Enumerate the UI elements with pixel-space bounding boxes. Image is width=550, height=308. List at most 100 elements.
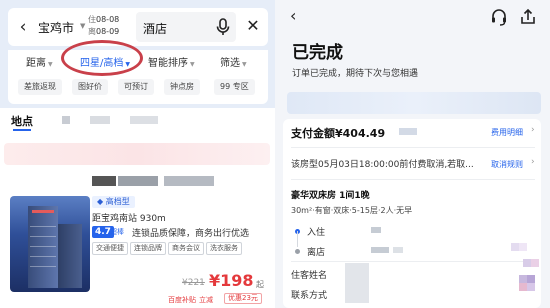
filter-sort[interactable]: 智能排序 ▼ <box>148 54 195 69</box>
checkout-date: 08-09 <box>96 27 120 36</box>
blurred-mosaic <box>130 116 158 124</box>
blurred-mosaic <box>519 275 527 283</box>
promo-coupon: 优惠23元 <box>224 293 262 304</box>
room-spec: 30m²·有窗·双床·5-15层·2人·无早 <box>291 206 413 215</box>
checkin-label: 入住 <box>307 228 326 238</box>
microphone-icon[interactable] <box>214 17 232 37</box>
results-area: 地点 ◆ 高档型 距宝鸡南站 930m 4.7 超棒 连锁品质保障，商务出行优选… <box>0 108 275 308</box>
divider <box>291 147 535 148</box>
page-title: 已完成 <box>292 43 343 63</box>
filter-distance[interactable]: 距离 ▼ <box>26 54 53 69</box>
divider <box>291 261 535 262</box>
payment-amount: 支付金额¥404.49 <box>291 127 386 140</box>
fee-detail-link[interactable]: 费用明细 <box>491 127 523 138</box>
chip-photo-deal[interactable]: 图好价 <box>72 79 108 95</box>
blurred-mosaic <box>527 283 535 291</box>
order-info-card: 支付金额¥404.49 费用明细 › 该房型05月03日18:00:00前付费取… <box>283 119 541 308</box>
feature-tag: 连锁品牌 <box>130 242 166 255</box>
promo-discount: 立减 <box>199 296 213 304</box>
current-price: ¥198 <box>209 271 254 290</box>
search-bar: ‹ 宝鸡市 ▼ 住08-08 离08-09 酒店 ✕ <box>8 8 268 46</box>
grade-badge: ◆ 高档型 <box>92 196 135 208</box>
promo-subsidy: 百度补贴 <box>168 296 196 304</box>
tab-landmark[interactable]: 地点 <box>11 113 33 129</box>
checkout-dot-icon <box>295 249 300 254</box>
cancel-policy-text: 该房型05月03日18:00:00前付费取消,若取... <box>291 160 474 170</box>
filter-label: 距离 <box>26 58 46 69</box>
guest-name-label: 住客姓名 <box>291 271 328 281</box>
hotel-photo[interactable] <box>10 196 90 292</box>
annotation-circle <box>61 40 143 76</box>
chip-99-zone[interactable]: 99 专区 <box>214 79 255 95</box>
date-selector[interactable]: 住08-08 离08-09 <box>88 14 119 38</box>
blurred-mosaic <box>399 128 417 135</box>
grade-text: 高档型 <box>105 197 130 206</box>
feature-tag: 洗衣服务 <box>206 242 242 255</box>
timeline-line <box>297 231 298 247</box>
chip-bookable[interactable]: 可预订 <box>118 79 154 95</box>
blurred-mosaic <box>527 275 535 283</box>
building-shape <box>58 224 82 288</box>
feature-tag: 商务会议 <box>168 242 204 255</box>
customer-service-icon[interactable] <box>490 8 508 26</box>
chip-travel-cashback[interactable]: 差旅返现 <box>18 79 62 95</box>
contact-label: 联系方式 <box>291 291 328 301</box>
hotel-list-item[interactable]: ◆ 高档型 距宝鸡南站 930m 4.7 超棒 连锁品质保障，商务出行优选 交通… <box>4 174 272 308</box>
keyword-text: 酒店 <box>143 22 168 36</box>
blurred-mosaic <box>511 243 519 251</box>
city-selector[interactable]: 宝鸡市 <box>38 19 74 36</box>
blurred-hotel-name <box>92 176 116 186</box>
blurred-mosaic <box>393 247 403 253</box>
chevron-right-icon: › <box>531 157 535 167</box>
hotel-tagline: 连锁品质保障，商务出行优选 <box>132 229 250 239</box>
caret-down-icon: ▼ <box>48 61 53 68</box>
chip-hourly-room[interactable]: 钟点房 <box>164 79 200 95</box>
blurred-mosaic <box>519 243 527 251</box>
cancel-rules-link[interactable]: 取消规则 <box>491 159 523 170</box>
blurred-mosaic <box>519 283 527 291</box>
back-icon[interactable]: ‹ <box>12 16 34 38</box>
room-name: 豪华双床房 1间1晚 <box>291 191 370 201</box>
blurred-guest-info <box>345 263 369 303</box>
window-row <box>30 256 56 257</box>
window-row <box>30 226 56 227</box>
blurred-mosaic <box>371 227 381 233</box>
back-icon[interactable]: ‹ <box>290 6 296 25</box>
hotel-search-screen: ‹ 宝鸡市 ▼ 住08-08 离08-09 酒店 ✕ 距离 ▼ 四星/高档 ▼ 智能… <box>0 0 275 308</box>
original-price: ¥221 <box>182 278 205 288</box>
window-row <box>30 246 56 247</box>
price-suffix: 起 <box>256 280 264 289</box>
blurred-hotel-name <box>118 176 158 186</box>
blurred-mosaic <box>523 259 531 267</box>
divider <box>291 179 535 180</box>
filter-label: 智能排序 <box>148 58 188 69</box>
blurred-mosaic <box>90 116 110 124</box>
close-icon[interactable]: ✕ <box>241 14 265 38</box>
hotel-sign <box>32 210 54 213</box>
blurred-mosaic <box>371 247 389 253</box>
checkin-date: 08-08 <box>96 15 120 24</box>
hotel-distance: 距宝鸡南站 930m <box>92 214 166 224</box>
share-icon[interactable] <box>519 8 537 26</box>
window-row <box>30 236 56 237</box>
order-detail-screen: ‹ 已完成 订单已完成，期待下次与您相遇 支付金额¥404.49 费用明细 › … <box>275 0 550 308</box>
blurred-mosaic <box>531 259 539 267</box>
filter-more[interactable]: 筛选 ▼ <box>220 54 247 69</box>
promo-banner-blurred[interactable] <box>4 143 270 165</box>
blurred-hotel-name <box>164 176 214 186</box>
blurred-info-bar <box>287 92 541 114</box>
order-status-message: 订单已完成，期待下次与您相遇 <box>292 69 419 79</box>
checkout-label: 离店 <box>307 248 326 258</box>
filter-label: 筛选 <box>220 58 240 69</box>
caret-down-icon: ▼ <box>80 22 86 30</box>
caret-down-icon: ▼ <box>190 61 195 68</box>
feature-tag: 交通便捷 <box>92 242 128 255</box>
chevron-right-icon: › <box>531 125 535 135</box>
rating-word: 超棒 <box>110 228 124 236</box>
keyword-input[interactable]: 酒店 <box>136 12 236 42</box>
checkout-tag: 离 <box>88 27 96 36</box>
building-shape <box>28 206 58 288</box>
caret-down-icon: ▼ <box>242 61 247 68</box>
active-tab-indicator <box>13 129 31 131</box>
checkin-tag: 住 <box>88 15 96 24</box>
